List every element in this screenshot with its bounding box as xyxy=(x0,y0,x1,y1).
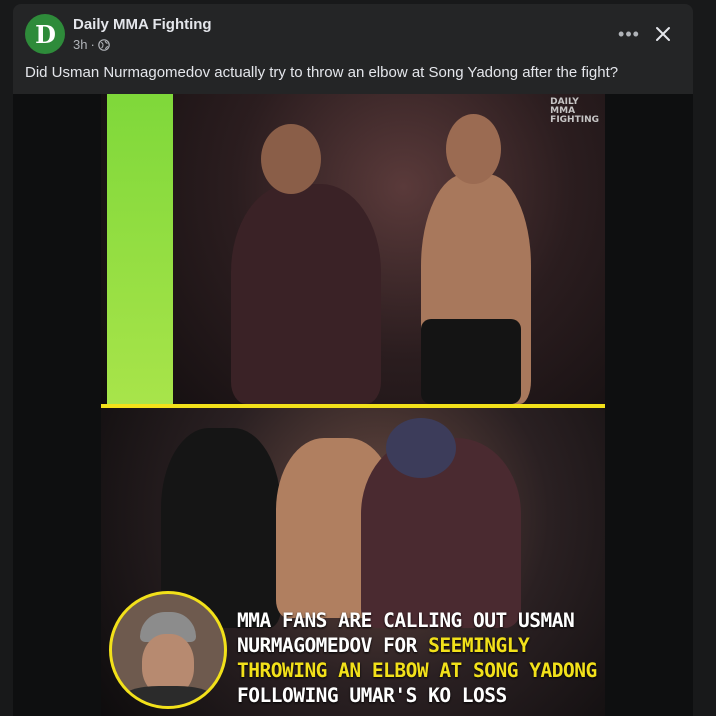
post-media[interactable]: DAILY MMA FIGHTING MMA FANS ARE CALLING OU… xyxy=(13,94,693,716)
avatar-letter: D xyxy=(35,19,56,49)
referee-head xyxy=(261,124,321,194)
inset-portrait xyxy=(109,591,227,709)
post-header: D Daily MMA Fighting 3h · ••• Did Usman … xyxy=(13,4,693,94)
page-avatar[interactable]: D xyxy=(25,14,65,54)
fighter-shorts xyxy=(421,319,521,404)
watermark-logo: DAILY MMA FIGHTING xyxy=(550,97,599,125)
headline-part-1: MMA FANS ARE CALLING OUT USMAN xyxy=(237,609,575,632)
meta-separator: · xyxy=(90,37,95,52)
headline-part-2: NURMAGOMEDOV FOR xyxy=(237,634,429,657)
post-card: D Daily MMA Fighting 3h · ••• Did Usman … xyxy=(13,4,693,716)
headline-part-4: FOLLOWING UMAR'S KO LOSS xyxy=(237,684,507,707)
fighter-head xyxy=(446,114,501,184)
image-headline: MMA FANS ARE CALLING OUT USMAN NURMAGOME… xyxy=(237,608,597,708)
post-time[interactable]: 3h xyxy=(73,37,87,52)
octagon-post xyxy=(107,94,173,404)
more-options-button[interactable]: ••• xyxy=(613,18,645,50)
photo-top-panel: DAILY MMA FIGHTING xyxy=(101,94,605,404)
post-photo[interactable]: DAILY MMA FIGHTING MMA FANS ARE CALLING OU… xyxy=(101,94,605,716)
more-icon: ••• xyxy=(618,23,640,44)
close-icon xyxy=(656,27,670,41)
page-name-link[interactable]: Daily MMA Fighting xyxy=(73,16,212,33)
referee-figure xyxy=(231,184,381,404)
globe-icon xyxy=(98,38,110,51)
post-meta: 3h · xyxy=(73,37,110,52)
close-button[interactable] xyxy=(647,18,679,50)
coach-head xyxy=(386,418,456,478)
post-caption: Did Usman Nurmagomedov actually try to t… xyxy=(25,64,619,81)
